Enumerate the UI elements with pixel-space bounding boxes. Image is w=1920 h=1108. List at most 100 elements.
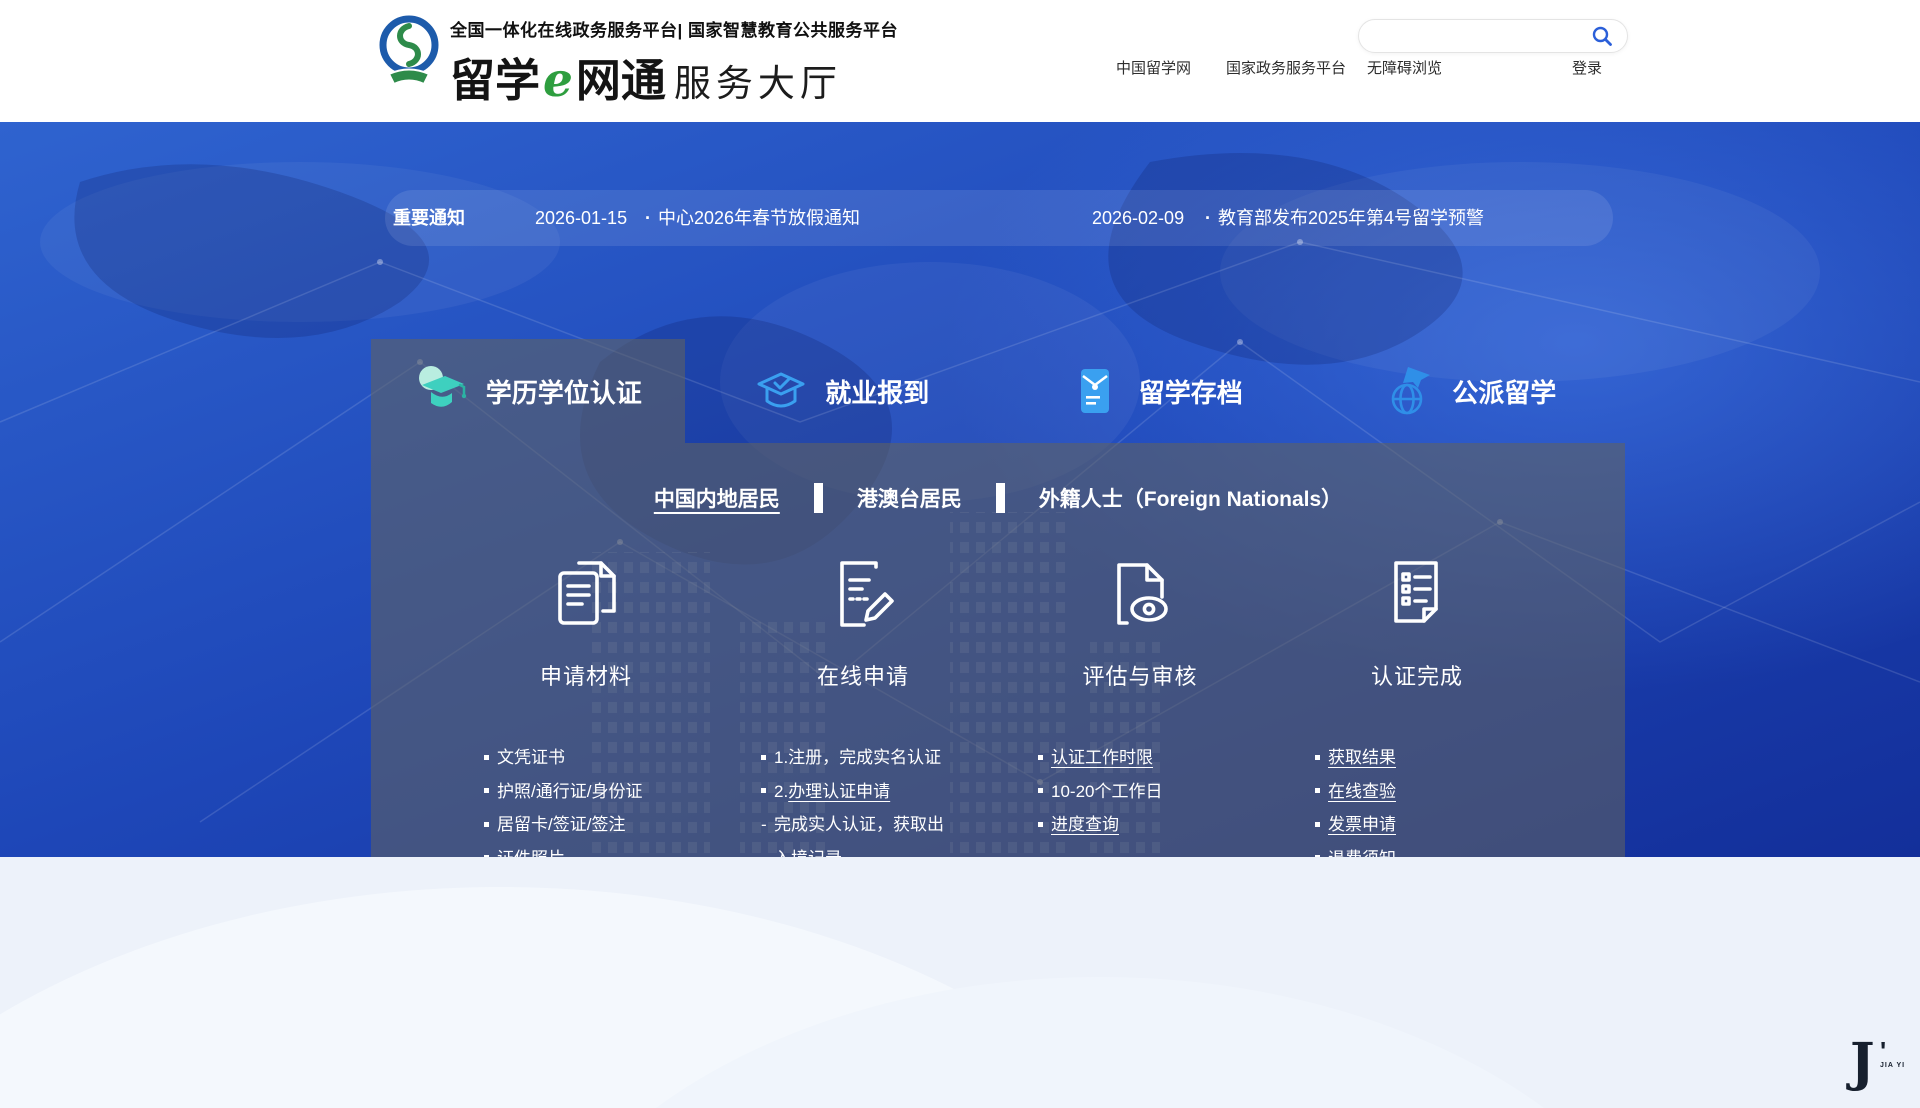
list-item[interactable]: 认证工作时限 xyxy=(1038,741,1315,775)
step-title: 认证完成 xyxy=(1315,659,1519,691)
subtab-divider xyxy=(996,483,1005,513)
item-text: 入境记录 xyxy=(774,849,842,858)
notice-bar: 重要通知 2026-01-15 · 中心2026年春节放假通知 2026-02-09 ·… xyxy=(385,190,1613,246)
item-prefix: 2. xyxy=(774,782,788,801)
main-tab-2[interactable]: 就业报到 xyxy=(685,339,999,443)
nav-link-4[interactable]: 登录 xyxy=(1572,57,1602,78)
brand-title: 留学e网通服务大厅 xyxy=(450,44,898,109)
list-item: 护照/通行证/身份证 xyxy=(484,775,761,809)
doc-check-icon xyxy=(1374,553,1460,639)
tab-label: 就业报到 xyxy=(825,373,929,410)
list-marker xyxy=(1315,741,1328,775)
subtab-2[interactable]: 港澳台居民 xyxy=(857,483,962,513)
hero-banner: 重要通知 2026-01-15 · 中心2026年春节放假通知 2026-02-09 ·… xyxy=(0,122,1920,857)
main-tabs: 学历学位认证 就业报到 留学存档 公派留学 xyxy=(371,339,1625,443)
service-panel: 中国内地居民 港澳台居民 外籍人士（Foreign Nationals） 申请材料文… xyxy=(371,443,1625,857)
step-title: 在线申请 xyxy=(761,659,965,691)
page-header: 全国一体化在线政务服务平台| 国家智慧教育公共服务平台 留学e网通服务大厅 中国… xyxy=(0,0,1920,122)
doc-edit-icon xyxy=(820,553,906,639)
jiayi-watermark: J ' JIA YI xyxy=(1850,1036,1916,1094)
item-text: 10-20个工作日 xyxy=(1051,782,1162,801)
subtab-divider xyxy=(814,483,823,513)
footer-background xyxy=(0,857,1920,1108)
item-text: 证件照片 xyxy=(497,849,565,858)
item-text: 进度查询 xyxy=(1051,815,1119,834)
resident-subtabs: 中国内地居民 港澳台居民 外籍人士（Foreign Nationals） xyxy=(371,483,1625,513)
main-tab-3[interactable]: 留学存档 xyxy=(998,339,1312,443)
step-title: 评估与审核 xyxy=(1038,659,1242,691)
steps-grid: 申请材料文凭证书护照/通行证/身份证居留卡/签证/签注证件照片授权声明其他材料材… xyxy=(484,553,1592,857)
list-item[interactable]: 在线查验 xyxy=(1315,775,1592,809)
main-tab-1[interactable]: 学历学位认证 xyxy=(371,339,685,443)
doc-eye-icon xyxy=(1097,553,1183,639)
step-column-3: 评估与审核认证工作时限 10-20个工作日进度查询 xyxy=(1038,553,1315,857)
list-item: 入境记录 xyxy=(761,842,1038,858)
list-item[interactable]: 退费须知 xyxy=(1315,842,1592,858)
watermark-text: JIA YI xyxy=(1880,1062,1905,1069)
step-title: 申请材料 xyxy=(484,659,688,691)
item-text: 护照/通行证/身份证 xyxy=(497,782,642,801)
item-text: 退费须知 xyxy=(1328,849,1396,858)
step-list: 文凭证书护照/通行证/身份证居留卡/签证/签注证件照片授权声明其他材料材料详情认… xyxy=(484,741,761,857)
notice-link[interactable]: 中心2026年春节放假通知 xyxy=(658,208,860,228)
list-marker xyxy=(761,808,774,842)
subtab-1[interactable]: 中国内地居民 xyxy=(654,483,780,513)
item-text: 文凭证书 xyxy=(497,748,565,767)
item-text: 完成实人认证，获取出 xyxy=(774,815,944,834)
main-tab-4[interactable]: 公派留学 xyxy=(1312,339,1626,443)
notice-bullet: · xyxy=(645,208,651,228)
nav-link-1[interactable]: 中国留学网 xyxy=(1116,57,1191,78)
item-text: 居留卡/签证/签注 xyxy=(497,815,625,834)
site-logo: 全国一体化在线政务服务平台| 国家智慧教育公共服务平台 留学e网通服务大厅 xyxy=(378,12,898,109)
list-item[interactable]: 获取结果 xyxy=(1315,741,1592,775)
item-text: 认证工作时限 xyxy=(1051,748,1153,767)
list-marker xyxy=(1038,741,1051,775)
nav-link-3[interactable]: 无障碍浏览 xyxy=(1367,57,1442,78)
list-item[interactable]: 进度查询 xyxy=(1038,808,1315,842)
doc-stack-icon xyxy=(543,553,629,639)
tab-label: 学历学位认证 xyxy=(486,373,642,410)
subtab-3[interactable]: 外籍人士（Foreign Nationals） xyxy=(1039,483,1342,513)
list-item[interactable]: 2.办理认证申请 xyxy=(761,775,1038,809)
brand-e: e xyxy=(543,53,573,108)
step-list: 获取结果在线查验发票申请退费须知 xyxy=(1315,741,1592,857)
list-marker xyxy=(1038,808,1051,842)
search-box xyxy=(1358,19,1628,53)
plane-globe-icon xyxy=(1380,363,1436,419)
tab-label: 公派留学 xyxy=(1452,373,1556,410)
step-list: 认证工作时限 10-20个工作日进度查询 xyxy=(1038,741,1315,842)
list-marker xyxy=(761,741,774,775)
list-marker xyxy=(1315,775,1328,809)
watermark-letter: J xyxy=(1850,1032,1875,1093)
search-input[interactable] xyxy=(1373,22,1587,50)
brand-part2: 网通 xyxy=(576,44,666,109)
platform-line: 全国一体化在线政务服务平台| 国家智慧教育公共服务平台 xyxy=(450,16,898,41)
item-text: 1.注册，完成实名认证 xyxy=(774,748,941,767)
search-icon[interactable] xyxy=(1591,25,1613,47)
notice-link[interactable]: 教育部发布2025年第4号留学预警 xyxy=(1218,208,1484,228)
notice-bullet: · xyxy=(1205,208,1211,228)
brand-suffix: 服务大厅 xyxy=(674,53,842,107)
list-marker xyxy=(484,741,497,775)
list-item[interactable]: 发票申请 xyxy=(1315,808,1592,842)
item-text: 获取结果 xyxy=(1328,748,1396,767)
notice-date: 2026-01-15 xyxy=(535,190,627,246)
archive-icon xyxy=(1067,363,1123,419)
step-column-2: 在线申请1.注册，完成实名认证2.办理认证申请完成实人认证，获取出入境记录填写申… xyxy=(761,553,1038,857)
list-item: 证件照片 xyxy=(484,842,761,858)
list-item: 完成实人认证，获取出 xyxy=(761,808,1038,842)
list-item: 1.注册，完成实名认证 xyxy=(761,741,1038,775)
item-text: 在线查验 xyxy=(1328,782,1396,801)
notice-date: 2026-02-09 xyxy=(1092,190,1184,246)
list-marker xyxy=(761,775,774,809)
list-item: 10-20个工作日 xyxy=(1038,775,1315,809)
notice-item: · 教育部发布2025年第4号留学预警 xyxy=(1205,190,1484,246)
notice-label: 重要通知 xyxy=(393,190,465,246)
list-marker xyxy=(484,808,497,842)
nav-link-2[interactable]: 国家政务服务平台 xyxy=(1226,57,1346,78)
step-column-4: 认证完成获取结果在线查验发票申请退费须知 xyxy=(1315,553,1592,857)
item-text: 发票申请 xyxy=(1328,815,1396,834)
list-marker xyxy=(1315,808,1328,842)
list-marker xyxy=(1038,775,1051,809)
notice-item: · 中心2026年春节放假通知 xyxy=(645,190,860,246)
